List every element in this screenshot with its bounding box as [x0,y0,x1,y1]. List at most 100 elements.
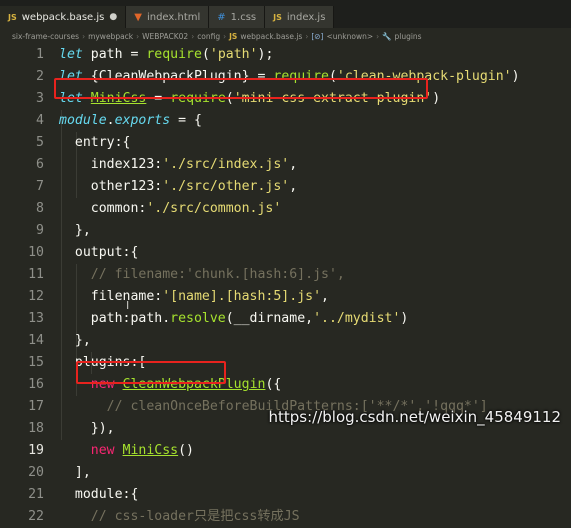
text-cursor-icon: I [126,299,130,312]
tab-label: webpack.base.js [21,11,105,23]
line-number: 21 [28,487,44,502]
line-number: 9 [36,223,44,238]
code-token: , [321,289,329,304]
code-token: module [59,113,107,128]
code-text: // css-loader只是把css转成JS [59,506,300,528]
line-number: 22 [28,509,44,524]
tab-webpack-base-js[interactable]: JS webpack.base.js ● [0,6,127,28]
code-token: new [59,443,115,458]
breadcrumb-symbol[interactable]: <unknown> [326,32,373,41]
line-number: 19 [28,443,44,458]
breadcrumb-item[interactable]: mywebpack [88,32,133,41]
code-token: path = [82,47,147,62]
code-token: () [178,443,194,458]
breadcrumb: six-frame-courses › mywebpack › WEBPACK0… [0,28,571,44]
tab-1-css[interactable]: # 1.css [209,6,266,28]
code-line[interactable]: 8 common:'./src/common.js' [0,198,571,220]
code-token: require [146,47,202,62]
code-text: index123:'./src/index.js', [59,154,297,176]
code-text: filename:'[name].[hash:5].js', [59,286,329,308]
code-token: (__dirname, [225,311,314,326]
line-number: 6 [36,157,44,172]
code-token: ); [257,47,274,62]
highlight-box [54,78,428,99]
code-line[interactable]: 9 }, [0,220,571,242]
code-token: }, [59,333,91,348]
chevron-right-icon: › [136,31,140,41]
code-token: = { [170,113,202,128]
line-number: 1 [36,47,44,62]
code-line[interactable]: 11 // filename:'chunk.[hash:6].js', [0,264,571,286]
code-line[interactable]: 4 module.exports = { [0,110,571,132]
code-line[interactable]: 20 ], [0,462,571,484]
code-text: module:{ [59,484,139,506]
unsaved-dot-icon[interactable]: ● [109,12,117,22]
code-line[interactable]: 5 entry:{ [0,132,571,154]
line-number: 12 [28,289,44,304]
code-line[interactable]: 6 index123:'./src/index.js', [0,154,571,176]
tab-label: index.js [286,11,326,23]
code-token: , [289,157,298,172]
line-number: 7 [36,179,44,194]
code-text: common:'./src/common.js' [59,198,282,220]
code-line[interactable]: 1 let path = require('path'); [0,44,571,66]
code-token: '../mydist' [313,311,401,326]
code-line[interactable]: 7 other123:'./src/other.js', [0,176,571,198]
code-token: index123: [59,157,163,172]
code-token: }), [59,421,115,436]
code-line[interactable]: 22 // css-loader只是把css转成JS [0,506,571,528]
chevron-right-icon: › [223,31,227,41]
code-token: // css-loader只是把css转成JS [59,509,300,524]
code-token: './src/common.js' [146,201,282,216]
code-text: ], [59,462,91,484]
code-line[interactable]: 10 output:{ [0,242,571,264]
variable-symbol-icon: [⊘] [311,31,324,41]
css-file-icon: # [217,11,226,23]
code-text: new MiniCss() [59,440,194,462]
line-number: 3 [36,91,44,106]
code-line[interactable]: 19 new MiniCss() [0,440,571,462]
code-token: }, [59,223,91,238]
code-text: output:{ [59,242,139,264]
code-token: exports [114,113,171,128]
breadcrumb-item[interactable]: WEBPACK02 [142,32,188,41]
code-token: module:{ [59,487,139,502]
highlight-box [76,361,226,384]
line-number: 2 [36,69,44,84]
code-token: let [59,47,83,62]
breadcrumb-item[interactable]: six-frame-courses [12,32,79,41]
code-line[interactable]: 14 }, [0,330,571,352]
code-line[interactable]: 13 path:path.resolve(__dirname,'../mydis… [0,308,571,330]
line-number: 15 [28,355,44,370]
code-line[interactable]: 12 filename:'[name].[hash:5].js', [0,286,571,308]
code-token: , [289,179,298,194]
breadcrumb-symbol[interactable]: plugins [394,32,421,41]
line-number: 5 [36,135,44,150]
line-number: 4 [36,113,44,128]
code-token: ) [432,91,441,106]
code-text: }, [59,220,91,242]
code-text: module.exports = { [59,110,202,132]
code-line[interactable]: 21 module:{ [0,484,571,506]
code-text: }, [59,330,91,352]
js-file-icon: JS [8,12,17,22]
code-token: . [106,113,115,128]
watermark: https://blog.csdn.net/weixin_45849112 [268,408,561,426]
code-text: // filename:'chunk.[hash:6].js', [59,264,345,286]
code-token: entry:{ [59,135,131,150]
js-file-icon: JS [273,12,282,22]
line-number: 16 [28,377,44,392]
tab-index-html[interactable]: ▼ index.html [126,6,210,28]
line-number: 10 [28,245,44,260]
tab-label: index.html [146,11,201,23]
editor-tab-bar: JS webpack.base.js ● ▼ index.html # 1.cs… [0,6,571,28]
code-token: path:path. [59,311,171,326]
code-text: let path = require('path'); [59,44,273,66]
code-token: ) [400,311,409,326]
tab-index-js[interactable]: JS index.js [265,6,335,28]
breadcrumb-item[interactable]: config [197,32,220,41]
chevron-right-icon: › [376,31,380,41]
line-number: 11 [28,267,44,282]
code-token: MiniCss [122,443,179,458]
breadcrumb-file[interactable]: webpack.base.js [240,32,302,41]
